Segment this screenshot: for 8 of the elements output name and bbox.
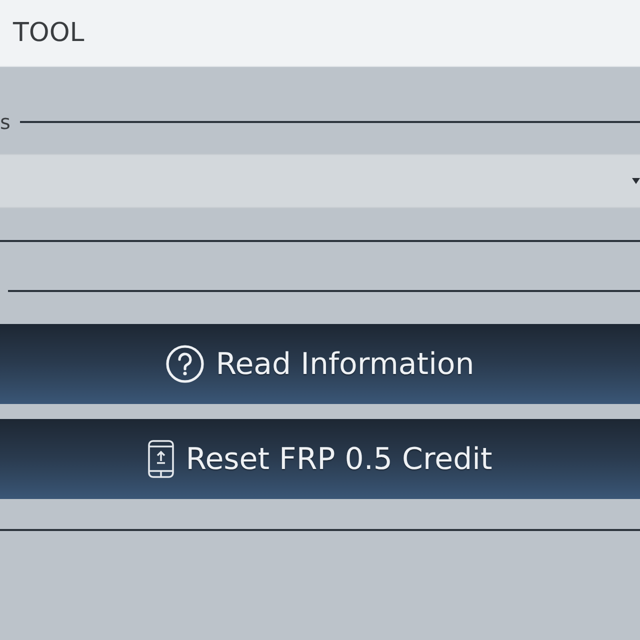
- phone-icon: [148, 440, 174, 478]
- dropdown-field[interactable]: [0, 154, 640, 208]
- action-button[interactable]: Reset FRP 0.5 Credit: [0, 419, 640, 499]
- group-legend: s: [0, 112, 20, 132]
- help-icon: [166, 345, 204, 383]
- window-title: TOOL: [13, 20, 84, 46]
- action-button[interactable]: Read Information: [0, 324, 640, 404]
- caret-icon: [632, 178, 640, 184]
